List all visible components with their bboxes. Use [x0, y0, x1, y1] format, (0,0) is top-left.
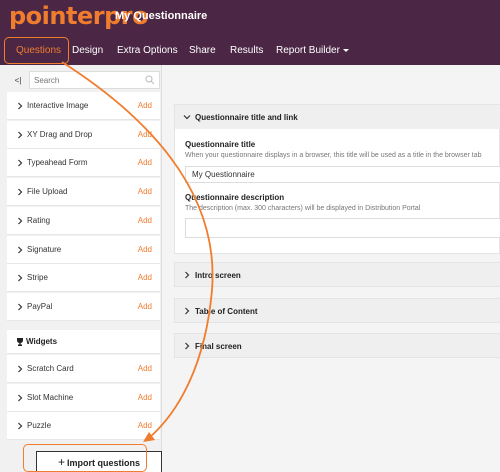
item-label: Scratch Card [27, 364, 74, 373]
questionnaire-title-panel: Questionnaire title and link Questionnai… [174, 104, 500, 254]
chevron-right-icon [18, 159, 23, 167]
chevron-right-icon [18, 217, 23, 225]
top-bar: pointerpro My Questionnaire [0, 0, 500, 34]
chevron-right-icon [18, 102, 23, 110]
chevron-right-icon [18, 394, 23, 401]
add-button[interactable]: Add [138, 364, 152, 373]
add-button[interactable]: Add [138, 187, 152, 196]
tab-report-builder-label: Report Builder [276, 45, 340, 56]
chevron-right-icon [18, 131, 23, 139]
tab-questions[interactable]: Questions [16, 45, 61, 56]
tab-report-builder[interactable]: Report Builder [276, 45, 349, 56]
item-label: PayPal [27, 301, 53, 311]
plus-icon: + [57, 455, 65, 469]
widget-item[interactable]: Puzzle Add [7, 412, 160, 440]
item-label: File Upload [27, 187, 68, 197]
item-label: Rating [27, 215, 51, 225]
sidebar-item[interactable]: Rating Add [7, 206, 160, 235]
description-input[interactable] [185, 218, 500, 238]
chevron-right-icon [185, 342, 190, 350]
search-icon [145, 75, 155, 85]
sidebar-item[interactable]: File Upload Add [7, 178, 160, 207]
chevron-right-icon [18, 246, 23, 253]
item-label: Interactive Image [27, 101, 89, 110]
title-input[interactable]: My Questionnaire [185, 166, 500, 183]
description-field-hint: The description (max. 300 characters) wi… [185, 205, 421, 212]
import-questions-button[interactable]: + Import questions [36, 451, 162, 472]
collapsible-section[interactable]: Intro screen [174, 262, 500, 287]
panel-header[interactable]: Questionnaire title and link [175, 105, 500, 129]
widgets-section-header[interactable]: Widgets [7, 330, 160, 354]
chevron-right-icon [18, 274, 23, 282]
add-button[interactable]: Add [138, 302, 152, 311]
tab-share[interactable]: Share [189, 45, 216, 56]
item-label: Signature [27, 244, 62, 254]
add-button[interactable]: Add [138, 216, 152, 225]
chevron-right-icon [18, 303, 23, 311]
widgets-label: Widgets [26, 337, 58, 346]
item-label: XY Drag and Drop [27, 129, 93, 139]
sidebar-item[interactable]: Signature Add [7, 235, 160, 264]
title-field-hint: When your questionnaire displays in a br… [185, 152, 482, 159]
collapse-sidebar-button[interactable]: <| [8, 73, 28, 89]
sidebar-item[interactable]: Stripe Add [7, 264, 160, 293]
widget-item[interactable]: Slot Machine Add [7, 383, 160, 412]
description-field-label: Questionnaire description [185, 193, 285, 202]
sidebar-item[interactable]: Interactive Image Add [7, 92, 160, 120]
sidebar-item[interactable]: XY Drag and Drop Add [7, 120, 160, 149]
trophy-icon [17, 338, 23, 346]
chevron-down-icon [183, 115, 191, 120]
collapsible-section[interactable]: Final screen [174, 333, 500, 358]
tab-results[interactable]: Results [230, 45, 263, 56]
chevron-right-icon [18, 422, 23, 430]
chevron-right-icon [18, 188, 23, 196]
sidebar-item[interactable]: PayPal Add [7, 292, 160, 321]
main-nav: Questions Design Extra Options Share Res… [0, 34, 500, 65]
search-input[interactable] [34, 74, 144, 87]
chevron-down-icon [342, 48, 349, 52]
add-button[interactable]: Add [138, 158, 152, 167]
item-label: Stripe [27, 273, 48, 283]
section-title: Final screen [195, 342, 242, 351]
panel-title: Questionnaire title and link [195, 113, 298, 122]
add-button[interactable]: Add [138, 393, 152, 402]
title-field-label: Questionnaire title [185, 140, 256, 149]
section-header[interactable]: Final screen [175, 334, 500, 357]
section-header[interactable]: Intro screen [175, 263, 500, 286]
search-box [29, 71, 160, 89]
item-label: Puzzle [27, 421, 52, 430]
collapsible-section[interactable]: Table of Content [174, 297, 500, 323]
sidebar-item[interactable]: Typeahead Form Add [7, 149, 160, 178]
chevron-right-icon [18, 365, 23, 373]
section-header[interactable]: Table of Content [175, 298, 500, 322]
tab-extra-options[interactable]: Extra Options [117, 45, 178, 56]
questionnaire-name: My Questionnaire [115, 10, 208, 22]
add-button[interactable]: Add [138, 245, 152, 254]
item-label: Slot Machine [27, 392, 74, 402]
chevron-right-icon [185, 307, 190, 314]
add-button[interactable]: Add [138, 101, 152, 110]
tab-design[interactable]: Design [72, 45, 103, 56]
import-questions-label: Import questions [67, 458, 141, 468]
add-button[interactable]: Add [138, 421, 152, 430]
section-title: Table of Content [195, 306, 258, 316]
section-title: Intro screen [195, 271, 241, 280]
widget-item[interactable]: Scratch Card Add [7, 355, 160, 383]
add-button[interactable]: Add [138, 130, 152, 139]
add-button[interactable]: Add [138, 273, 152, 282]
chevron-right-icon [185, 271, 190, 279]
item-label: Typeahead Form [27, 158, 88, 168]
